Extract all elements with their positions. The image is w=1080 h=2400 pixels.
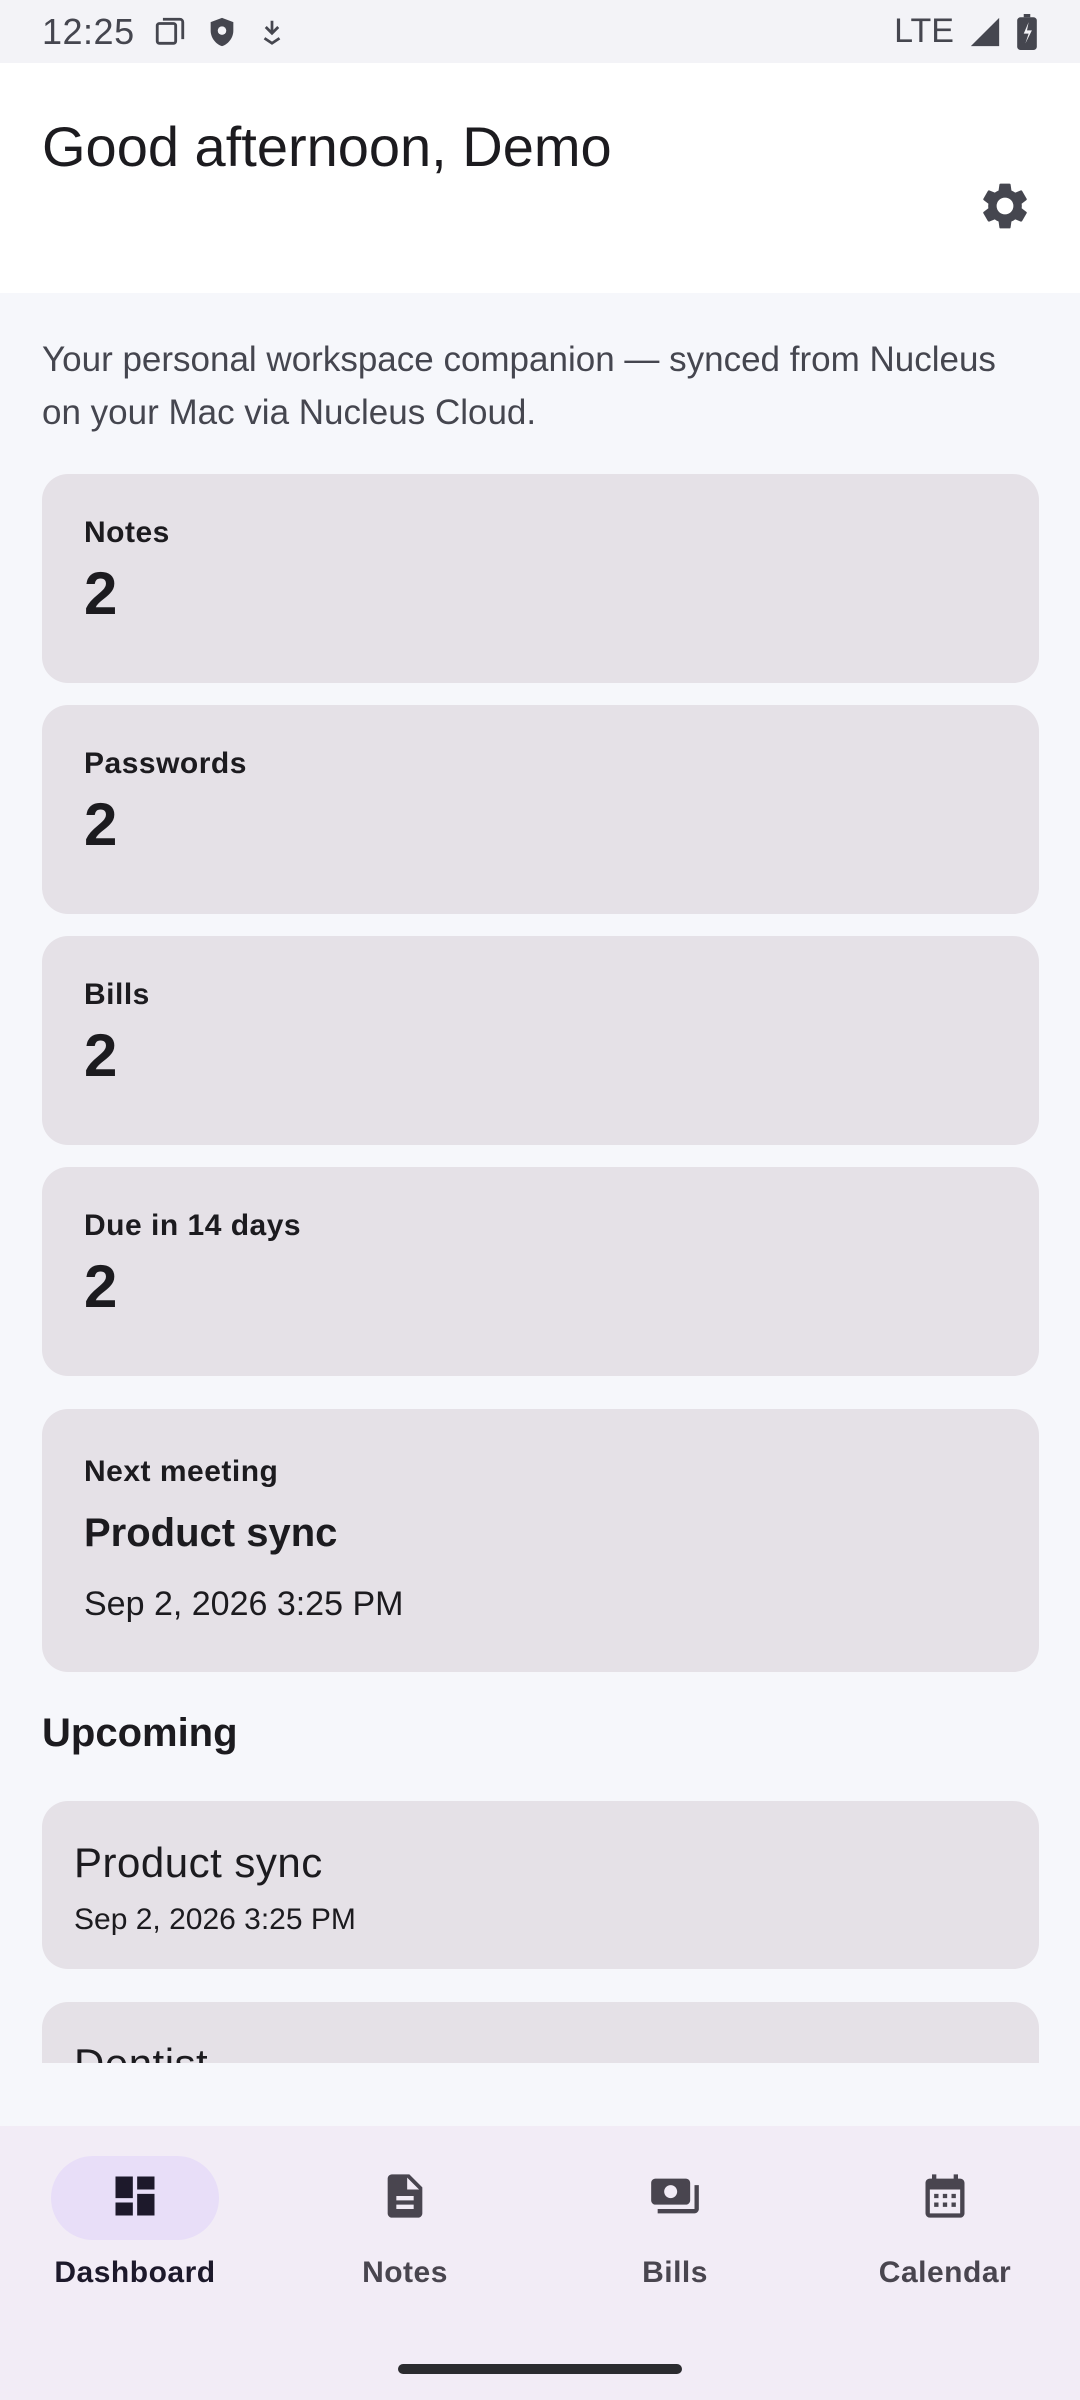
bottom-navigation: Dashboard Notes Bills Calendar — [0, 2126, 1080, 2400]
stat-card-notes[interactable]: Notes 2 — [42, 474, 1039, 683]
gear-icon — [977, 178, 1033, 239]
stat-card-due-soon[interactable]: Due in 14 days 2 — [42, 1167, 1039, 1376]
stat-value: 2 — [84, 1022, 118, 1089]
upcoming-item[interactable]: Product sync Sep 2, 2026 3:25 PM — [42, 1801, 1039, 1969]
stat-value: 2 — [84, 791, 118, 858]
subtitle: Your personal workspace companion — sync… — [42, 340, 996, 432]
screenshot-icon — [153, 15, 187, 49]
nav-active-indicator — [51, 2156, 219, 2240]
download-icon — [257, 17, 287, 47]
dashboard-content[interactable]: Your personal workspace companion — sync… — [0, 293, 1080, 2063]
next-meeting-card[interactable]: Next meeting Product sync Sep 2, 2026 3:… — [42, 1409, 1039, 1672]
upcoming-heading: Upcoming — [42, 1711, 238, 1755]
stat-card-bills[interactable]: Bills 2 — [42, 936, 1039, 1145]
shield-icon — [205, 15, 239, 49]
network-type: LTE — [894, 12, 954, 50]
stat-label: Due in 14 days — [84, 1209, 302, 1242]
stat-label: Passwords — [84, 747, 247, 780]
settings-button[interactable] — [975, 178, 1035, 238]
page-title: Good afternoon, Demo — [42, 115, 612, 178]
stat-value: 2 — [84, 1253, 118, 1320]
battery-icon — [1016, 13, 1038, 50]
nav-label: Bills — [642, 2256, 708, 2289]
nav-dashboard[interactable]: Dashboard — [0, 2156, 270, 2306]
nav-calendar[interactable]: Calendar — [810, 2156, 1080, 2306]
nav-bills[interactable]: Bills — [540, 2156, 810, 2306]
status-bar: 12:25 LTE — [0, 0, 1080, 63]
nav-notes[interactable]: Notes — [270, 2156, 540, 2306]
upcoming-item-title: Dentist — [74, 2040, 208, 2063]
next-meeting-title: Product sync — [84, 1511, 338, 1555]
next-meeting-label: Next meeting — [84, 1455, 279, 1488]
nav-label: Dashboard — [54, 2256, 216, 2289]
next-meeting-time: Sep 2, 2026 3:25 PM — [84, 1585, 404, 1623]
upcoming-item-time: Sep 2, 2026 3:25 PM — [74, 1903, 356, 1936]
gesture-handle[interactable] — [398, 2364, 682, 2374]
dashboard-icon — [109, 2170, 161, 2227]
nav-label: Calendar — [878, 2256, 1012, 2289]
stat-card-passwords[interactable]: Passwords 2 — [42, 705, 1039, 914]
stat-value: 2 — [84, 560, 118, 627]
stat-label: Bills — [84, 978, 150, 1011]
upcoming-item[interactable]: Dentist — [42, 2002, 1039, 2063]
upcoming-item-title: Product sync — [74, 1839, 323, 1886]
note-icon — [379, 2170, 431, 2227]
signal-icon — [968, 15, 1002, 49]
calendar-icon — [919, 2170, 971, 2227]
stat-label: Notes — [84, 516, 170, 549]
status-time: 12:25 — [42, 10, 135, 52]
payments-icon — [647, 2170, 703, 2227]
nav-label: Notes — [362, 2256, 448, 2289]
